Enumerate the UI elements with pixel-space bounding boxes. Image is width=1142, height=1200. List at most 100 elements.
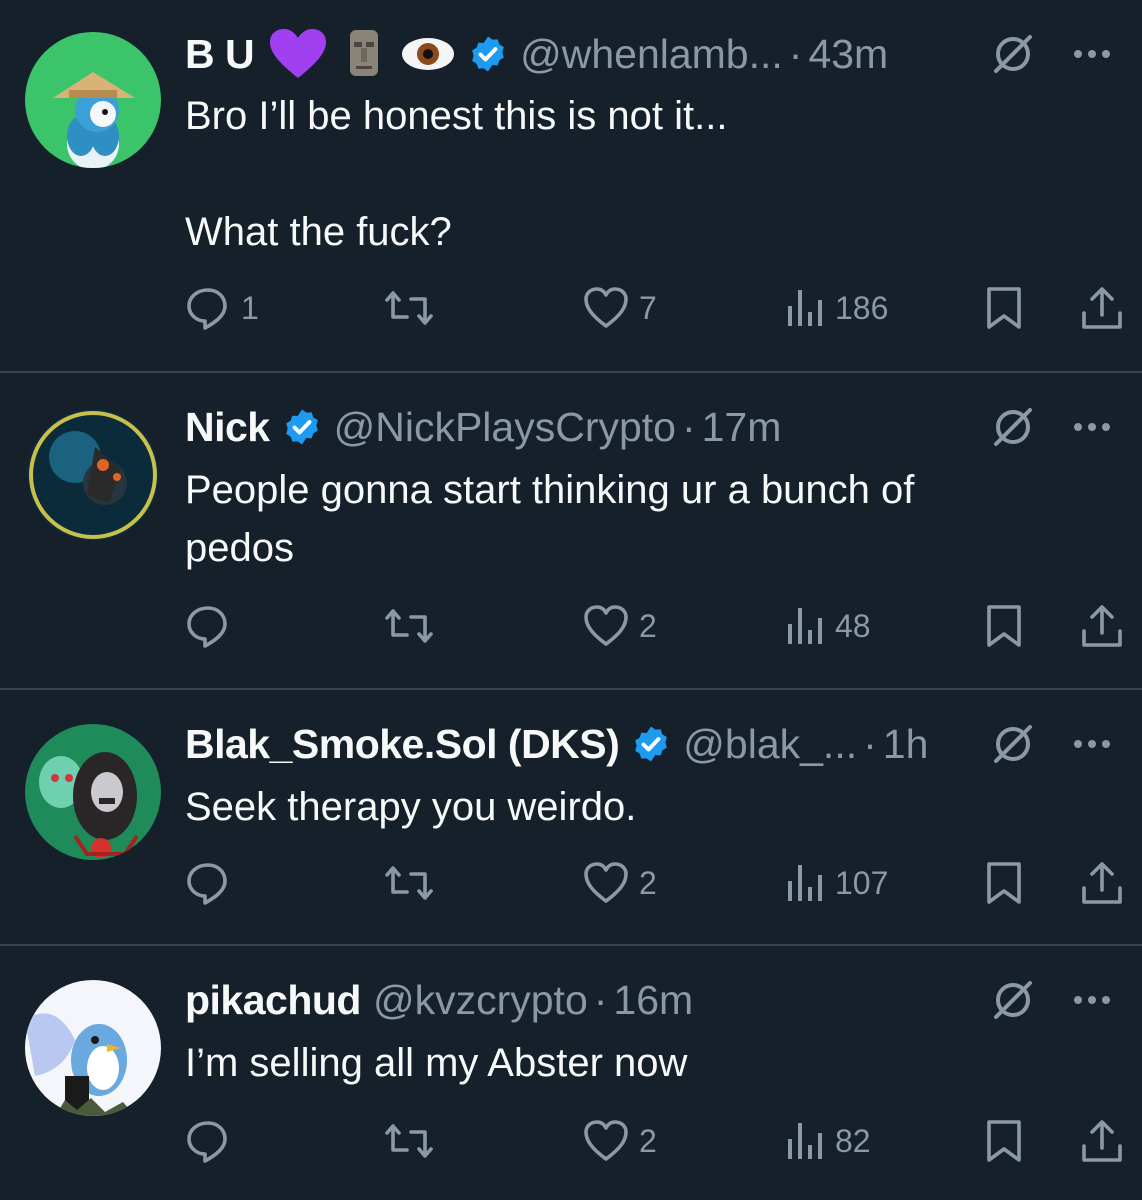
- share-button[interactable]: [1080, 283, 1124, 333]
- tweet-text: Seek therapy you weirdo.: [185, 785, 637, 829]
- handle[interactable]: @whenlamb...: [520, 31, 783, 78]
- tweet-text: I’m selling all my Abster now: [185, 1041, 688, 1085]
- reply-tweet[interactable]: Nick @NickPlaysCrypto · 17m People gonna…: [0, 373, 1142, 688]
- timestamp[interactable]: 16m: [613, 977, 693, 1024]
- repost-icon: [385, 866, 433, 900]
- bookmark-icon: [987, 1120, 1021, 1162]
- share-button[interactable]: [1080, 601, 1124, 651]
- tweet-header: Blak_Smoke.Sol (DKS) @blak_... · 1h: [185, 716, 1112, 772]
- separator: ·: [593, 976, 608, 1023]
- more-icon[interactable]: [1072, 421, 1112, 433]
- views-icon: [788, 608, 822, 644]
- repost-button[interactable]: [383, 858, 445, 908]
- reply-button[interactable]: 1: [185, 283, 259, 333]
- like-icon: [584, 287, 628, 328]
- view-count: 48: [835, 607, 871, 644]
- avatar[interactable]: [25, 407, 161, 543]
- timestamp[interactable]: 43m: [808, 31, 888, 78]
- action-bar: 1 7 186: [185, 283, 1125, 333]
- reply-icon: [187, 288, 227, 330]
- timestamp[interactable]: 17m: [702, 404, 782, 451]
- bookmark-button[interactable]: [985, 283, 1023, 333]
- grok-icon[interactable]: [990, 31, 1036, 77]
- share-icon: [1082, 1120, 1122, 1162]
- repost-button[interactable]: [383, 283, 445, 333]
- view-count: 186: [835, 289, 889, 326]
- verified-badge-icon: [282, 407, 322, 447]
- like-count: 2: [639, 864, 657, 901]
- handle[interactable]: @NickPlaysCrypto: [334, 404, 676, 451]
- tweet-header: B U @whenlamb... · 43m: [185, 26, 1112, 82]
- views-icon: [788, 865, 822, 901]
- tweet-text: Bro I’ll be honest this is not it... Wha…: [185, 94, 728, 254]
- more-icon[interactable]: [1072, 48, 1112, 60]
- handle[interactable]: @kvzcrypto: [373, 977, 588, 1024]
- reply-tweet[interactable]: pikachud @kvzcrypto · 16m I’m selling al…: [0, 946, 1142, 1200]
- repost-button[interactable]: [383, 601, 445, 651]
- views-icon: [788, 290, 822, 326]
- views-icon: [788, 1123, 822, 1159]
- like-button[interactable]: 2: [583, 601, 657, 651]
- display-name[interactable]: pikachud: [185, 977, 361, 1024]
- views-button[interactable]: 186: [785, 283, 888, 333]
- view-count: 82: [835, 1122, 871, 1159]
- share-button[interactable]: [1080, 858, 1124, 908]
- share-button[interactable]: [1080, 1116, 1124, 1166]
- display-name[interactable]: Blak_Smoke.Sol (DKS): [185, 721, 620, 768]
- action-bar: 2 48: [185, 601, 1125, 651]
- display-name[interactable]: Nick: [185, 404, 270, 451]
- bookmark-button[interactable]: [985, 601, 1023, 651]
- avatar[interactable]: [25, 32, 161, 168]
- separator: ·: [681, 403, 696, 450]
- moai-emoji: [342, 28, 386, 80]
- reply-icon: [187, 606, 227, 648]
- views-button[interactable]: 48: [785, 601, 871, 651]
- views-button[interactable]: 82: [785, 1116, 871, 1166]
- reply-icon: [187, 863, 227, 905]
- reply-button[interactable]: [185, 1116, 241, 1166]
- verified-badge-icon: [631, 724, 671, 764]
- like-count: 2: [639, 607, 657, 644]
- share-icon: [1082, 287, 1122, 329]
- timestamp[interactable]: 1h: [883, 721, 929, 768]
- reply-tweet[interactable]: B U @whenlamb... · 43m Bro I’ll be hones…: [0, 0, 1142, 372]
- like-button[interactable]: 7: [583, 283, 657, 333]
- avatar[interactable]: [25, 724, 161, 860]
- bookmark-icon: [987, 605, 1021, 647]
- like-button[interactable]: 2: [583, 1116, 657, 1166]
- reply-tweet[interactable]: Blak_Smoke.Sol (DKS) @blak_... · 1h Seek…: [0, 690, 1142, 944]
- share-icon: [1082, 862, 1122, 904]
- grok-icon[interactable]: [990, 404, 1036, 450]
- views-button[interactable]: 107: [785, 858, 888, 908]
- like-icon: [584, 605, 628, 646]
- tweet-text: People gonna start thinking ur a bunch o…: [185, 468, 915, 570]
- repost-icon: [385, 291, 433, 325]
- action-bar: 2 82: [185, 1116, 1125, 1166]
- reply-button[interactable]: [185, 601, 241, 651]
- grok-icon[interactable]: [990, 977, 1036, 1023]
- purple-heart-emoji: [268, 28, 328, 80]
- bookmark-button[interactable]: [985, 1116, 1023, 1166]
- display-name[interactable]: B U: [185, 31, 255, 78]
- repost-icon: [385, 1124, 433, 1158]
- reply-count: 1: [241, 289, 259, 326]
- like-button[interactable]: 2: [583, 858, 657, 908]
- reply-button[interactable]: [185, 858, 241, 908]
- eye-emoji: [400, 32, 456, 76]
- more-icon[interactable]: [1072, 738, 1112, 750]
- reply-icon: [187, 1121, 227, 1163]
- repost-icon: [385, 609, 433, 643]
- bookmark-icon: [987, 287, 1021, 329]
- handle[interactable]: @blak_...: [683, 721, 857, 768]
- more-icon[interactable]: [1072, 994, 1112, 1006]
- view-count: 107: [835, 864, 889, 901]
- repost-button[interactable]: [383, 1116, 445, 1166]
- grok-icon[interactable]: [990, 721, 1036, 767]
- action-bar: 2 107: [185, 858, 1125, 908]
- tweet-header: pikachud @kvzcrypto · 16m: [185, 972, 1112, 1028]
- bookmark-button[interactable]: [985, 858, 1023, 908]
- tweet-header: Nick @NickPlaysCrypto · 17m: [185, 399, 1112, 455]
- like-count: 7: [639, 289, 657, 326]
- like-icon: [584, 1120, 628, 1161]
- avatar[interactable]: [25, 980, 161, 1116]
